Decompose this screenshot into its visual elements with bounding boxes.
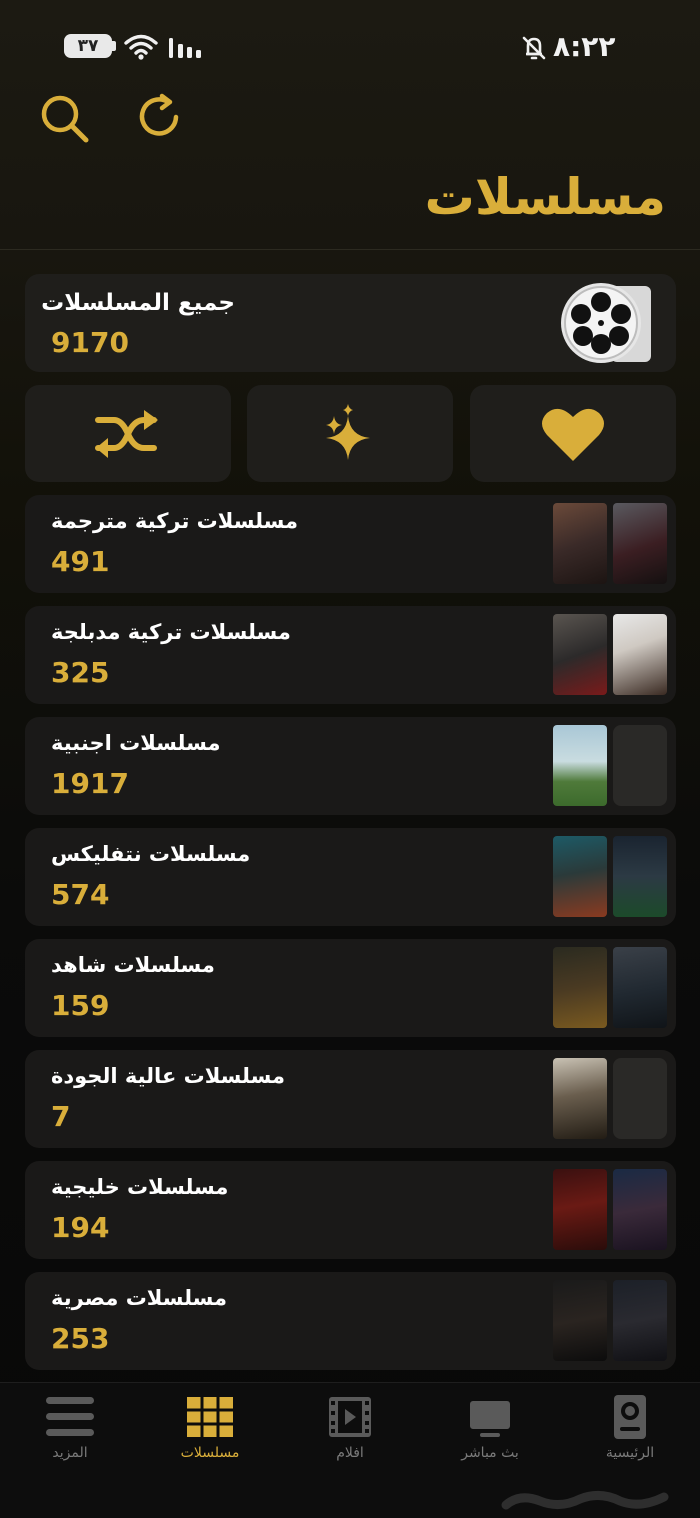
poster-placeholder [613,725,667,806]
sparkles-icon [326,403,370,460]
category-label: مسلسلات عالية الجودة [51,1064,285,1088]
category-row[interactable]: مسلسلات تركية مترجمة 491 [25,495,676,593]
search-icon[interactable] [38,92,92,146]
category-label: مسلسلات اجنبية [51,731,221,755]
poster-thumbnail [613,503,667,584]
film-icon [329,1397,371,1437]
poster-thumbnail [553,836,607,917]
nav-more[interactable]: المزيد [15,1393,125,1463]
poster-thumbnail [553,503,607,584]
signal-icon [169,38,201,58]
bottom-nav: المزيد مسلسلات افلام بث مباشر الرئيسية [0,1382,700,1518]
poster-thumbnail [613,1280,667,1361]
category-count: 325 [51,656,110,689]
category-label: مسلسلات خليجية [51,1175,229,1199]
clock: ٨:٢٢ [553,30,616,63]
category-label: مسلسلات مصرية [51,1286,228,1310]
category-row[interactable]: مسلسلات عالية الجودة 7 [25,1050,676,1148]
nav-series[interactable]: مسلسلات [155,1393,265,1463]
poster-thumbnail [613,947,667,1028]
category-row[interactable]: مسلسلات اجنبية 1917 [25,717,676,815]
category-count: 491 [51,545,110,578]
tv-icon [470,1401,510,1437]
category-label: مسلسلات شاهد [51,953,215,977]
poster-thumbnail [553,1169,607,1250]
category-count: 159 [51,989,110,1022]
category-row[interactable]: مسلسلات نتفليكس 574 [25,828,676,926]
poster-thumbnail [553,1058,607,1139]
bell-mute-icon [522,36,546,60]
nav-label: مسلسلات [180,1445,240,1461]
refresh-icon[interactable] [132,90,186,144]
category-count: 1917 [51,767,129,800]
nav-home[interactable]: الرئيسية [575,1393,685,1463]
nav-label: الرئيسية [605,1445,655,1461]
poster-thumbnail [553,725,607,806]
heart-icon [542,408,604,461]
page-title: مسلسلات [424,168,666,226]
category-label: مسلسلات نتفليكس [51,842,251,866]
category-count: 574 [51,878,110,911]
category-count: 7 [51,1100,71,1133]
poster-thumbnail [613,836,667,917]
category-label: مسلسلات تركية مدبلجة [51,620,291,644]
poster-thumbnail [553,614,607,695]
category-count: 194 [51,1211,110,1244]
poster-thumbnail [613,1169,667,1250]
poster-placeholder [613,1058,667,1139]
poster-thumbnail [553,1280,607,1361]
category-label: مسلسلات تركية مترجمة [51,509,299,533]
featured-button[interactable] [247,385,453,482]
home-icon [614,1395,646,1439]
category-row[interactable]: مسلسلات خليجية 194 [25,1161,676,1259]
nav-movies[interactable]: افلام [295,1393,405,1463]
all-series-count: 9170 [51,326,129,359]
category-row[interactable]: مسلسلات تركية مدبلجة 325 [25,606,676,704]
battery-indicator: ٣٧ [64,34,112,58]
shuffle-icon [95,409,158,458]
wifi-icon [124,34,158,60]
nav-label: افلام [336,1445,364,1461]
all-series-card[interactable]: جميع المسلسلات 9170 [25,274,676,372]
watermark-logo [501,1491,669,1510]
all-series-label: جميع المسلسلات [41,290,235,316]
film-reel-icon [561,283,651,363]
menu-icon [46,1397,94,1436]
status-bar: ٣٧ ٨:٢٢ [0,30,700,66]
poster-thumbnail [553,947,607,1028]
category-count: 253 [51,1322,110,1355]
battery-tip [112,41,116,51]
category-row[interactable]: مسلسلات شاهد 159 [25,939,676,1037]
category-row[interactable]: مسلسلات مصرية 253 [25,1272,676,1370]
app-header: ٣٧ ٨:٢٢ مسلسلات [0,0,700,250]
favorites-button[interactable] [470,385,676,482]
nav-live[interactable]: بث مباشر [435,1393,545,1463]
nav-label: بث مباشر [461,1445,519,1461]
poster-thumbnail [613,614,667,695]
nav-label: المزيد [52,1445,88,1461]
grid-icon [187,1397,233,1437]
shuffle-button[interactable] [25,385,231,482]
